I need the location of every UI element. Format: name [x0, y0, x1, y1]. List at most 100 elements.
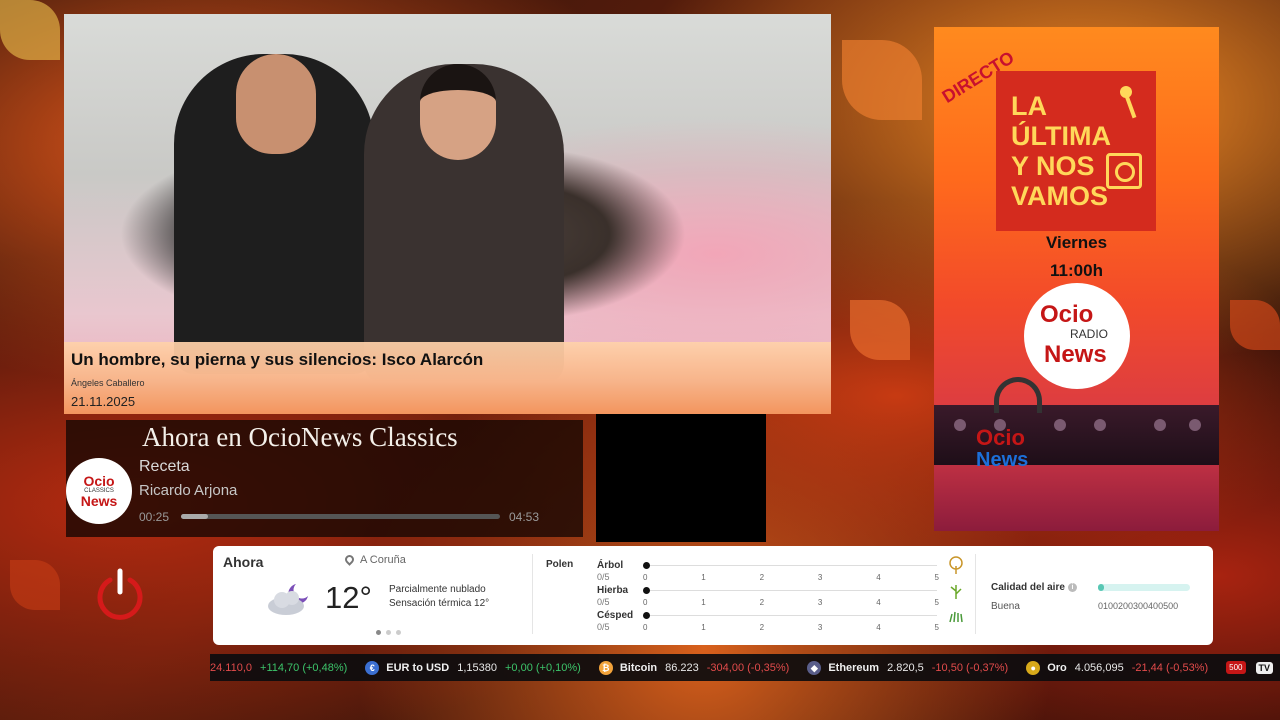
location-name: A Coruña — [360, 554, 406, 566]
article-title[interactable]: Un hombre, su pierna y sus silencios: Is… — [71, 350, 824, 370]
ticker-value: 1,15380 — [457, 661, 497, 674]
pollen-scale-line — [647, 590, 937, 591]
ocionews-radio-logo: Ocio RADIO News — [1024, 283, 1130, 389]
tick: 0 — [643, 573, 648, 582]
pollen-scale-line — [647, 565, 937, 566]
power-icon[interactable] — [94, 568, 146, 620]
logo-text: Ocio — [83, 473, 115, 489]
gold-icon: ● — [1026, 660, 1041, 675]
article-date: 21.11.2025 — [71, 394, 136, 409]
ticker-value: 4.056,095 — [1074, 661, 1124, 674]
weather-location[interactable]: A Coruña — [343, 553, 406, 566]
market-ticker: 24.110,0 +114,70 (+0,48%) € EUR to USD 1… — [210, 654, 1280, 681]
autumn-leaf-decoration — [1230, 300, 1280, 350]
show-time: 11:00h — [1050, 261, 1103, 280]
tick: 1 — [701, 573, 706, 582]
autumn-leaf-decoration — [10, 560, 60, 610]
article-author: Ángeles Caballero — [71, 378, 145, 388]
ticker-value: 2.820,5 — [887, 661, 924, 674]
ticker-item[interactable]: ◆ Ethereum 2.820,5 -10,50 (-0,37%) — [807, 660, 1009, 675]
location-pin-icon — [343, 553, 356, 566]
show-title-line: Y NOS — [1011, 151, 1095, 181]
pollen-level-marker — [643, 612, 650, 619]
pollen-scale-line — [647, 615, 937, 616]
carousel-dot[interactable] — [386, 630, 391, 635]
pollen-score: 0/5 — [597, 622, 610, 632]
pollen-row-lawn: Césped 0/5 0 1 2 3 4 5 — [597, 610, 963, 634]
turntable-icon — [1106, 153, 1142, 189]
video-placeholder — [596, 414, 766, 542]
photo-person — [174, 54, 374, 374]
ethereum-icon: ◆ — [807, 660, 822, 675]
pollen-level-marker — [643, 587, 650, 594]
tick: 1 — [701, 598, 706, 607]
ticker-change: -304,00 (-0,35%) — [706, 661, 790, 674]
carousel-dots[interactable] — [376, 630, 401, 635]
ocionews-corner-logo: Ocio News — [976, 425, 1029, 472]
ticker-value: 24.110,0 — [210, 661, 253, 674]
progress-bar[interactable] — [181, 514, 500, 519]
ticker-item[interactable]: € EUR to USD 1,15380 +0,00 (+0,10%) — [365, 660, 581, 675]
logo-text: News — [1044, 341, 1107, 368]
air-quality-fill — [1098, 584, 1105, 591]
ticker-name: Ethereum — [828, 661, 880, 674]
song-artist: Ricardo Arjona — [139, 482, 238, 499]
autumn-leaf-decoration — [0, 0, 60, 60]
pollen-score: 0/5 — [597, 597, 610, 607]
show-title-line: VAMOS — [1011, 181, 1109, 211]
ticker-item[interactable]: ₿ Bitcoin 86.223 -304,00 (-0,35%) — [598, 660, 790, 675]
total-duration: 04:53 — [509, 510, 540, 524]
article-caption: Un hombre, su pierna y sus silencios: Is… — [64, 342, 831, 414]
song-title: Receta — [139, 458, 190, 475]
temperature: 12° — [325, 580, 372, 615]
tick: 4 — [876, 623, 881, 632]
carousel-dot[interactable] — [376, 630, 381, 635]
tick: 5 — [934, 573, 939, 582]
tick: 0 — [643, 623, 648, 632]
tick: 2 — [759, 573, 765, 582]
photo-person — [364, 64, 564, 384]
pollen-label: Polen — [546, 559, 574, 570]
tree-icon — [949, 556, 963, 574]
weather-widget: Ahora A Coruña 12° Parcialmente nublado … — [213, 546, 1213, 645]
microphone-icon — [1120, 86, 1137, 119]
tick: 3 — [817, 623, 823, 632]
sp500-badge[interactable]: 500 — [1226, 661, 1246, 674]
pollen-ticks: 0 1 2 3 4 5 — [643, 623, 939, 632]
tick: 0 — [643, 598, 648, 607]
air-quality-label: Calidad del aire i — [991, 582, 1077, 593]
ticker-change: -10,50 (-0,37%) — [931, 661, 1009, 674]
ocionews-classics-logo: Ocio CLASSICS News — [66, 458, 132, 524]
ticker-item[interactable]: ● Oro 4.056,095 -21,44 (-0,53%) — [1026, 660, 1209, 675]
tick: 3 — [817, 598, 823, 607]
pollen-name: Césped — [597, 610, 634, 621]
tick: 5 — [934, 623, 939, 632]
ticker-name: EUR to USD — [386, 661, 450, 674]
weather-condition: Parcialmente nublado — [389, 584, 486, 595]
ticker-change: -21,44 (-0,53%) — [1131, 661, 1209, 674]
divider — [975, 554, 976, 634]
pollen-row-tree: Árbol 0/5 0 1 2 3 4 5 — [597, 556, 963, 584]
player-heading: Ahora en OcioNews Classics — [142, 422, 458, 452]
logo-text: RADIO — [1070, 327, 1109, 341]
info-icon[interactable]: i — [1067, 583, 1077, 592]
logo-text: Ocio — [1040, 301, 1094, 328]
ticker-name: Oro — [1047, 661, 1067, 674]
radio-show-banner[interactable]: DIRECTO LA ÚLTIMA Y NOS VAMOS Viernes 11… — [934, 27, 1219, 531]
currency-icon: € — [365, 660, 380, 675]
ticker-item[interactable]: 24.110,0 +114,70 (+0,48%) — [210, 662, 347, 674]
partly-cloudy-night-icon — [268, 584, 308, 615]
tick: 3 — [817, 573, 823, 582]
pollen-name: Árbol — [597, 560, 624, 571]
logo-text: Ocio — [976, 425, 1025, 450]
pollen-ticks: 0 1 2 3 4 5 — [643, 598, 939, 607]
lawn-icon — [949, 611, 963, 623]
pollen-row-grass: Hierba 0/5 0 1 2 3 4 5 — [597, 585, 962, 609]
progress-fill — [181, 514, 209, 519]
tradingview-logo[interactable]: TV — [1255, 661, 1274, 674]
tick: 2 — [759, 598, 765, 607]
logo-text: News — [976, 449, 1029, 471]
carousel-dot[interactable] — [396, 630, 401, 635]
featured-article[interactable]: Un hombre, su pierna y sus silencios: Is… — [64, 14, 831, 414]
autumn-leaf-decoration — [850, 300, 910, 360]
